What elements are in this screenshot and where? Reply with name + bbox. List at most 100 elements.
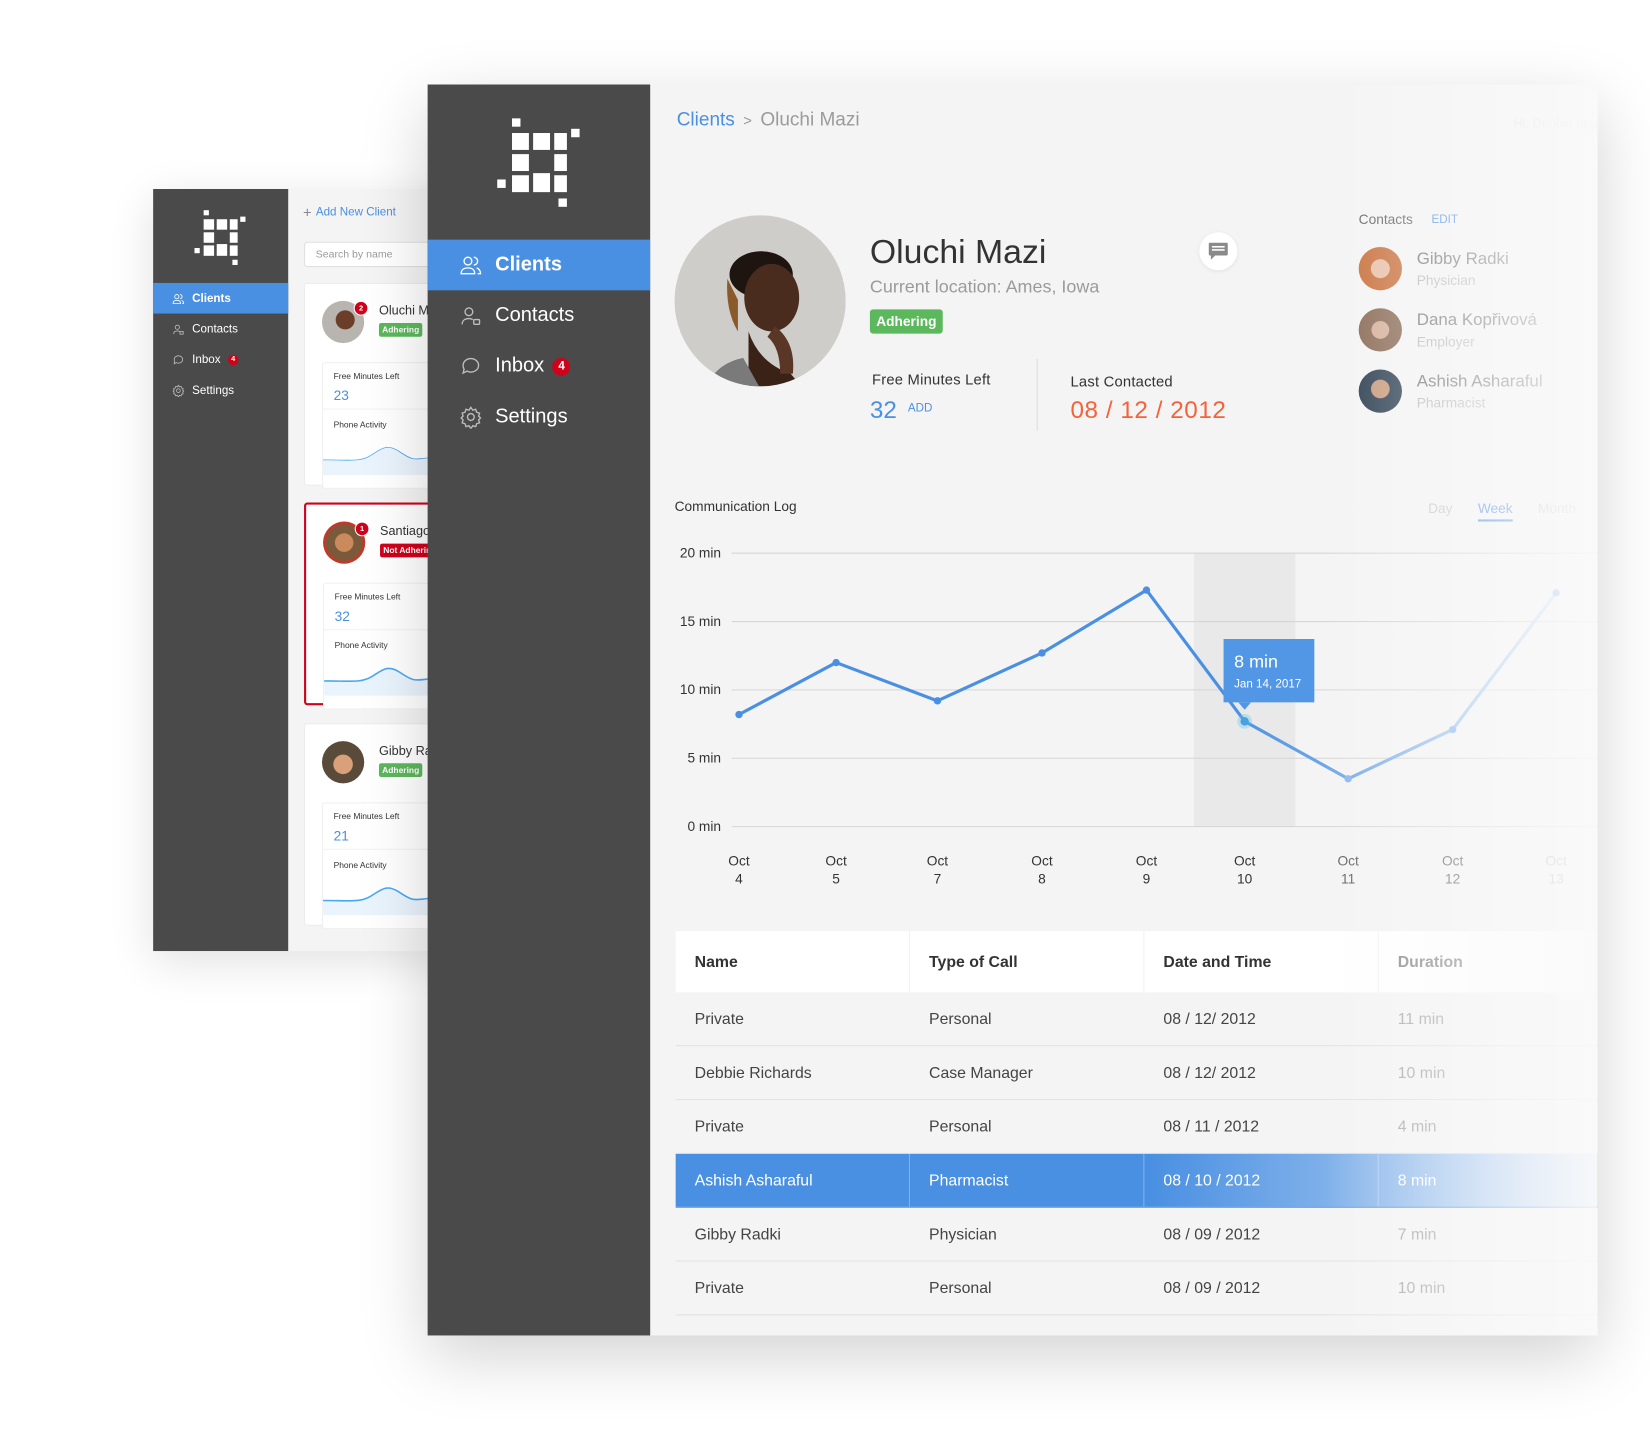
client-avatar	[321, 741, 365, 784]
status-badge: Adhering	[869, 309, 943, 334]
range-month[interactable]: Month	[1538, 500, 1576, 521]
add-minutes-button[interactable]: ADD	[908, 402, 933, 415]
column-header-duration[interactable]: Duration	[1379, 931, 1598, 992]
data-point	[1344, 775, 1352, 783]
cell-duration: 7 min	[1397, 1225, 1437, 1244]
user-greeting[interactable]: Hi, Debbie (log	[1513, 116, 1597, 131]
edit-contacts-button[interactable]: EDIT	[1432, 213, 1458, 226]
contact-avatar	[1358, 308, 1402, 352]
y-tick-label: 5 min	[687, 750, 721, 765]
free-minutes-value: 21	[333, 827, 349, 844]
chevron-right-icon: >	[743, 111, 752, 129]
y-tick-label: 20 min	[680, 545, 721, 560]
table-row[interactable]: Debbie Richards Case Manager 08 / 12/ 2012…	[675, 1046, 1598, 1101]
contact-item[interactable]: Gibby Radki Physician	[1358, 247, 1509, 291]
column-header-type[interactable]: Type of Call	[910, 931, 1145, 993]
breadcrumb-current: Oluchi Mazi	[760, 108, 860, 130]
y-tick-label: 15 min	[680, 614, 721, 629]
status-badge: Adhering	[378, 763, 423, 777]
cell-duration: 4 min	[1397, 1117, 1437, 1136]
column-header-date[interactable]: Date and Time	[1144, 931, 1379, 993]
cell-date: 08 / 12/ 2012	[1163, 1063, 1256, 1082]
communication-log-title: Communication Log	[674, 498, 797, 515]
data-point	[1448, 725, 1457, 734]
cell-duration: 10 min	[1397, 1278, 1446, 1297]
back-nav-label: Inbox	[192, 353, 221, 366]
notification-badge: 1	[354, 521, 370, 537]
message-button[interactable]	[1199, 232, 1238, 271]
sidebar: Clients Contacts Inbox 4 Settings	[427, 84, 651, 1336]
avatar	[674, 215, 846, 387]
range-day[interactable]: Day	[1428, 500, 1452, 521]
cell-date: 08 / 09 / 2012	[1163, 1278, 1261, 1297]
cell-name: Private	[694, 1117, 744, 1136]
cell-type: Physician	[929, 1225, 997, 1244]
back-nav-clients[interactable]: Clients	[153, 282, 289, 314]
table-row[interactable]: Private Personal 08 / 09 / 2012 10 min	[675, 1262, 1598, 1316]
contact-role: Physician	[1416, 271, 1476, 288]
client-location: Current location: Ames, Iowa	[869, 276, 1100, 297]
plus-icon: +	[302, 203, 312, 221]
client-name: Santiago	[380, 523, 431, 539]
cell-name: Private	[694, 1009, 744, 1028]
cell-name: Gibby Radki	[694, 1225, 781, 1244]
table-row[interactable]: Private Personal 08 / 11 / 2012 4 min	[675, 1100, 1598, 1154]
cell-duration: 10 min	[1397, 1063, 1446, 1082]
x-tick-label: Oct 9	[1136, 854, 1158, 887]
series-line	[738, 588, 1558, 781]
sidebar-item-contacts[interactable]: Contacts	[428, 290, 651, 341]
table-row[interactable]: Ashish Asharaful Pharmacist 08 / 10 / 2012…	[675, 1153, 1598, 1208]
main-app-window: Clients Contacts Inbox 4 Settings Client…	[427, 84, 1598, 1336]
contact-item[interactable]: Dana Kopřivová Employer	[1358, 308, 1537, 352]
cell-name: Private	[694, 1278, 744, 1297]
chat-icon	[172, 353, 185, 366]
cell-name: Ashish Asharaful	[676, 1153, 911, 1207]
add-new-client-button[interactable]: + Add New Client	[303, 204, 396, 221]
x-tick-label: Oct 10	[1234, 854, 1256, 887]
logo-icon	[497, 118, 580, 207]
contact-avatar	[1358, 247, 1402, 291]
data-point	[933, 697, 942, 705]
free-minutes-label: Free Minutes Left	[333, 811, 400, 822]
table-row[interactable]: Private Personal 08 / 12/ 2012 11 min	[675, 992, 1598, 1047]
back-nav-inbox[interactable]: Inbox 4	[153, 344, 288, 375]
last-contacted-label: Last Contacted	[1070, 372, 1173, 390]
contacts-title: Contacts	[1358, 211, 1413, 227]
range-week[interactable]: Week	[1477, 500, 1513, 522]
cell-type: Pharmacist	[910, 1153, 1145, 1207]
table-row[interactable]: Gibby Radki Physician 08 / 09 / 2012 7 min	[675, 1208, 1598, 1262]
cell-type: Case Manager	[929, 1063, 1033, 1082]
free-minutes-label: Free Minutes Left	[334, 592, 401, 602]
calls-table: Name Type of Call Date and Time Duration…	[675, 931, 1598, 1316]
back-nav-contacts[interactable]: Contacts	[153, 314, 288, 345]
cell-type: Personal	[929, 1278, 992, 1297]
x-tick-label: Oct 4	[728, 854, 750, 887]
client-name: Oluchi Mazi	[869, 232, 1047, 271]
free-minutes-value: 32	[334, 608, 350, 624]
contact-role: Pharmacist	[1416, 394, 1486, 411]
communication-log-chart: 0 min 5 min 10 min 15 min 20 min Oct 4 Oct 5 Oct 7…	[680, 545, 1598, 887]
column-header-name[interactable]: Name	[676, 931, 911, 993]
data-point	[1038, 649, 1046, 657]
sidebar-item-label: Contacts	[495, 304, 575, 327]
contact-item[interactable]: Ashish Asharaful Pharmacist	[1358, 369, 1543, 413]
tooltip-date: Jan 14, 2017	[1234, 678, 1301, 691]
contact-role: Employer	[1416, 333, 1475, 349]
cell-type: Personal	[929, 1009, 992, 1028]
sidebar-item-clients[interactable]: Clients	[427, 239, 651, 291]
back-nav: Clients Contacts Inbox 4 Settings	[153, 282, 289, 406]
client-detail: Clients > Oluchi Mazi Hi, Debbie (log Ol…	[650, 84, 1598, 1336]
cell-duration: 11 min	[1397, 1009, 1445, 1028]
sidebar-item-inbox[interactable]: Inbox 4	[428, 341, 651, 392]
free-minutes-label: Free Minutes Left	[333, 371, 400, 382]
gear-icon	[172, 384, 185, 397]
last-contacted-value: 08 / 12 / 2012	[1070, 395, 1227, 424]
free-minutes-value: 23	[333, 387, 349, 404]
data-point	[1142, 586, 1151, 594]
sidebar-item-label: Settings	[495, 405, 568, 428]
back-nav-settings[interactable]: Settings	[153, 375, 288, 406]
breadcrumb-clients-link[interactable]: Clients	[677, 109, 735, 131]
message-icon	[1208, 242, 1228, 260]
notification-badge: 2	[353, 300, 369, 316]
sidebar-item-settings[interactable]: Settings	[428, 392, 651, 443]
